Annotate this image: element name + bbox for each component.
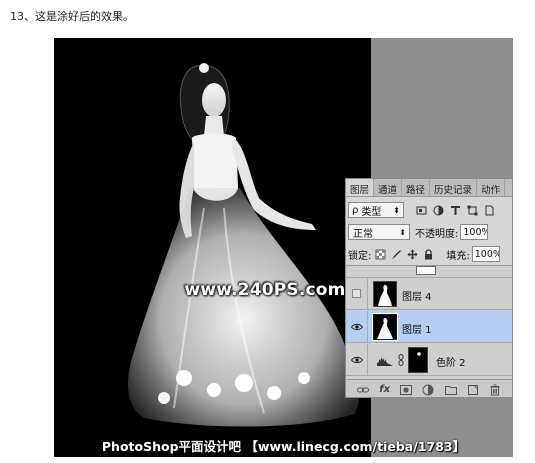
opacity-label: 不透明度:: [415, 228, 459, 240]
layer-thumbnail: [373, 281, 397, 307]
layer-style-fx-button[interactable]: fx: [379, 384, 390, 395]
shape-filter-icon[interactable]: [467, 205, 478, 216]
filter-row: ρ 类型 ⬍: [348, 201, 512, 219]
watermark-bottom: PhotoShop平面设计吧 【www.linecg.com/tieba/178…: [101, 439, 466, 454]
layer-thumbnail: [372, 313, 398, 341]
layer-row-partial[interactable]: [346, 266, 512, 278]
blend-mode-select[interactable]: 正常 ⬍: [348, 224, 410, 240]
lock-move-icon[interactable]: [407, 249, 418, 260]
new-layer-icon[interactable]: [467, 384, 479, 396]
watermark-center: www.240PS.com: [184, 280, 346, 300]
lock-brush-icon[interactable]: [391, 249, 402, 260]
layer-row[interactable]: 图层 1: [346, 311, 512, 343]
blend-row: 正常 ⬍ 不透明度: 100%: [348, 223, 512, 241]
eye-icon: [350, 323, 363, 330]
fill-input[interactable]: 100%: [471, 246, 500, 262]
trash-icon[interactable]: [489, 384, 501, 396]
link-layers-icon[interactable]: [357, 384, 370, 396]
levels-adjustment-icon: [377, 357, 393, 366]
opacity-input[interactable]: 100%: [460, 224, 489, 240]
tab-actions[interactable]: 动作: [477, 179, 506, 196]
chevron-updown-icon: ⬍: [393, 205, 400, 215]
visibility-toggle[interactable]: [346, 278, 368, 309]
layer-mask-thumbnail: [408, 347, 428, 373]
step-caption: 13、这是涂好后的效果。: [10, 10, 134, 23]
fill-label: 填充:: [446, 250, 470, 262]
layers-panel: 图层 通道 路径 历史记录 动作 ρ 类型 ⬍ 正常 ⬍ 不透明度: 100% …: [345, 178, 513, 398]
adjustment-filter-icon[interactable]: [433, 205, 444, 216]
layer-row[interactable]: 图层 4: [346, 278, 512, 310]
lock-row: 锁定: 填充: 100%: [348, 245, 512, 263]
add-mask-icon[interactable]: [400, 384, 413, 396]
layer-name: 图层 1: [402, 325, 432, 336]
chevron-updown-icon: ⬍: [399, 227, 406, 237]
eye-icon: [350, 356, 363, 363]
search-icon: ρ: [352, 204, 359, 216]
lock-transparency-icon[interactable]: [375, 249, 386, 260]
layers-list: 图层 4 图层 1 色阶 2: [346, 265, 512, 379]
layer-row[interactable]: 色阶 2: [346, 344, 512, 376]
type-filter-icon[interactable]: [450, 205, 461, 216]
layer-name: 图层 4: [402, 292, 432, 303]
visibility-toggle[interactable]: [346, 344, 368, 375]
layer-name: 色阶 2: [436, 358, 466, 369]
blend-mode-value: 正常: [353, 228, 373, 240]
lock-all-icon[interactable]: [423, 248, 434, 260]
visibility-toggle[interactable]: [346, 311, 368, 342]
new-group-folder-icon[interactable]: [444, 384, 457, 396]
tab-history[interactable]: 历史记录: [430, 179, 478, 196]
kind-filter-label: 类型: [361, 206, 382, 218]
layer-kind-filter[interactable]: ρ 类型 ⬍: [348, 202, 404, 218]
visibility-off-box: [352, 289, 361, 298]
tab-layers[interactable]: 图层: [346, 179, 375, 196]
smart-object-filter-icon[interactable]: [484, 205, 495, 216]
panel-tab-bar: 图层 通道 路径 历史记录 动作: [346, 179, 512, 197]
tab-channels[interactable]: 通道: [374, 179, 403, 196]
layer-thumbnail: [416, 266, 436, 275]
chain-link-icon: [398, 354, 404, 366]
lock-label: 锁定:: [348, 250, 372, 262]
tab-paths[interactable]: 路径: [402, 179, 431, 196]
adjustment-layer-icon[interactable]: [422, 384, 434, 396]
pixel-filter-icon[interactable]: [416, 205, 427, 216]
panel-footer: fx: [346, 379, 512, 397]
